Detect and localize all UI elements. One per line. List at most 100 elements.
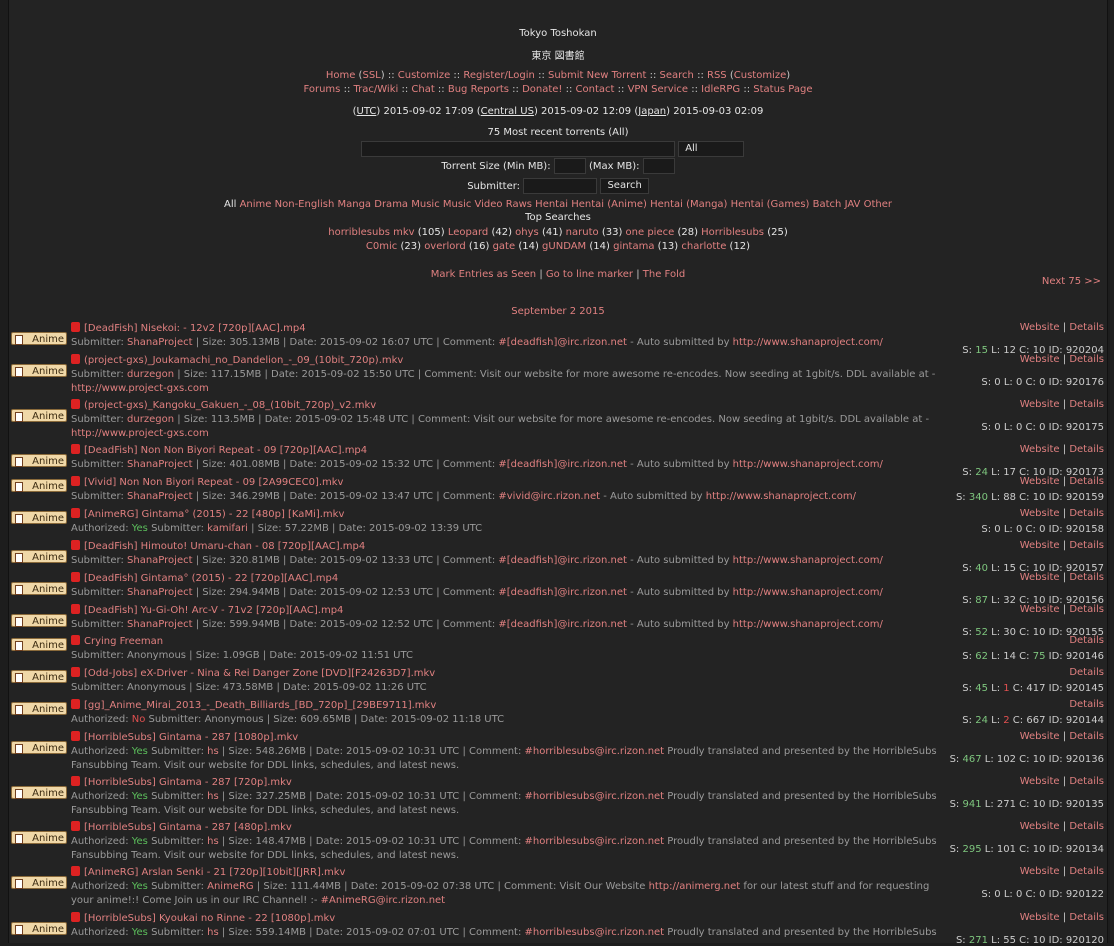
top-search-link[interactable]: ohys xyxy=(515,227,539,238)
cat-link[interactable]: Anime xyxy=(240,199,272,210)
website-link[interactable]: Website xyxy=(1020,866,1060,877)
category-badge[interactable]: Anime xyxy=(11,786,67,799)
cat-link[interactable]: JAV xyxy=(845,199,861,210)
nav-ssl[interactable]: SSL xyxy=(362,70,380,81)
magnet-icon[interactable] xyxy=(71,604,80,614)
torrent-link[interactable]: (project-gxs)_Joukamachi_no_Dandelion_-_… xyxy=(84,355,403,366)
torrent-link[interactable]: [HorribleSubs] Gintama - 287 [480p].mkv xyxy=(84,822,292,833)
cat-all[interactable]: All xyxy=(224,199,236,210)
website-link[interactable]: Website xyxy=(1020,821,1060,832)
category-badge[interactable]: Anime xyxy=(11,638,67,651)
details-link[interactable]: Details xyxy=(1069,912,1104,923)
magnet-icon[interactable] xyxy=(71,508,80,518)
torrent-link[interactable]: [DeadFish] Yu-Gi-Oh! Arc-V - 71v2 [720p]… xyxy=(84,605,343,616)
min-size-input[interactable] xyxy=(553,158,586,174)
top-search-link[interactable]: gate xyxy=(493,241,516,252)
magnet-icon[interactable] xyxy=(71,731,80,741)
magnet-icon[interactable] xyxy=(71,776,80,786)
nav-register[interactable]: Register/Login xyxy=(463,70,535,81)
website-link[interactable]: Website xyxy=(1020,572,1060,583)
magnet-icon[interactable] xyxy=(71,354,80,364)
category-badge[interactable]: Anime xyxy=(11,702,67,715)
details-link[interactable]: Details xyxy=(1069,776,1104,787)
nav-status[interactable]: Status Page xyxy=(753,84,812,95)
cat-link[interactable]: Music Video xyxy=(443,199,503,210)
torrent-link[interactable]: [Odd-Jobs] eX-Driver - Nina & Rei Danger… xyxy=(84,668,435,679)
goto-marker-link[interactable]: Go to line marker xyxy=(546,269,633,280)
torrent-link[interactable]: [HorribleSubs] Gintama - 287 [720p].mkv xyxy=(84,777,292,788)
category-select[interactable]: All xyxy=(678,141,745,157)
website-link[interactable]: Website xyxy=(1020,322,1060,333)
website-link[interactable]: Website xyxy=(1020,444,1060,455)
nav-home[interactable]: Home xyxy=(326,70,356,81)
cat-link[interactable]: Hentai xyxy=(535,199,568,210)
details-link[interactable]: Details xyxy=(1069,821,1104,832)
top-search-link[interactable]: horriblesubs mkv xyxy=(328,227,414,238)
top-search-link[interactable]: Leopard xyxy=(448,227,488,238)
torrent-link[interactable]: [DeadFish] Himouto! Umaru-chan - 08 [720… xyxy=(84,541,365,552)
top-search-link[interactable]: one piece xyxy=(626,227,675,238)
details-link[interactable]: Details xyxy=(1069,444,1104,455)
details-link[interactable]: Details xyxy=(1069,699,1104,710)
cat-link[interactable]: Manga xyxy=(337,199,371,210)
magnet-icon[interactable] xyxy=(71,444,80,454)
torrent-link[interactable]: Crying Freeman xyxy=(84,636,163,647)
nav-search[interactable]: Search xyxy=(660,70,694,81)
torrent-link[interactable]: [DeadFish] Non Non Biyori Repeat - 09 [7… xyxy=(84,445,367,456)
details-link[interactable]: Details xyxy=(1069,866,1104,877)
top-search-link[interactable]: overlord xyxy=(424,241,465,252)
torrent-link[interactable]: [Vivid] Non Non Biyori Repeat - 09 [2A99… xyxy=(84,477,343,488)
details-link[interactable]: Details xyxy=(1069,667,1104,678)
nav-customize[interactable]: Customize xyxy=(398,70,451,81)
magnet-icon[interactable] xyxy=(71,635,80,645)
nav-idlerpg[interactable]: IdleRPG xyxy=(701,84,740,95)
top-search-link[interactable]: charlotte xyxy=(681,241,726,252)
torrent-link[interactable]: [AnimeRG] Arslan Senki - 21 [720p][10bit… xyxy=(84,867,345,878)
cat-link[interactable]: Drama xyxy=(374,199,408,210)
search-input[interactable] xyxy=(361,141,675,157)
category-badge[interactable]: Anime xyxy=(11,511,67,524)
category-badge[interactable]: Anime xyxy=(11,670,67,683)
category-badge[interactable]: Anime xyxy=(11,614,67,627)
nav-trac[interactable]: Trac/Wiki xyxy=(354,84,399,95)
website-link[interactable]: Website xyxy=(1020,476,1060,487)
top-search-link[interactable]: Horriblesubs xyxy=(701,227,764,238)
nav-vpn[interactable]: VPN Service xyxy=(628,84,689,95)
top-search-link[interactable]: gUNDAM xyxy=(542,241,586,252)
nav-bugs[interactable]: Bug Reports xyxy=(448,84,509,95)
category-badge[interactable]: Anime xyxy=(11,550,67,563)
torrent-link[interactable]: [HorribleSubs] Kyoukai no Rinne - 22 [10… xyxy=(84,913,335,924)
category-badge[interactable]: Anime xyxy=(11,741,67,754)
category-badge[interactable]: Anime xyxy=(11,409,67,422)
magnet-icon[interactable] xyxy=(71,699,80,709)
nav-rss[interactable]: RSS xyxy=(707,70,727,81)
category-badge[interactable]: Anime xyxy=(11,831,67,844)
torrent-link[interactable]: [gg]_Anime_Mirai_2013_-_Death_Billiards_… xyxy=(84,700,436,711)
nav-chat[interactable]: Chat xyxy=(411,84,434,95)
category-badge[interactable]: Anime xyxy=(11,876,67,889)
fold-link[interactable]: The Fold xyxy=(643,269,685,280)
details-link[interactable]: Details xyxy=(1069,572,1104,583)
details-link[interactable]: Details xyxy=(1069,731,1104,742)
cat-link[interactable]: Music xyxy=(411,199,439,210)
magnet-icon[interactable] xyxy=(71,912,80,922)
cat-link[interactable]: Other xyxy=(864,199,892,210)
magnet-icon[interactable] xyxy=(71,572,80,582)
details-link[interactable]: Details xyxy=(1069,508,1104,519)
magnet-icon[interactable] xyxy=(71,399,80,409)
cat-link[interactable]: Non-English xyxy=(275,199,335,210)
details-link[interactable]: Details xyxy=(1069,354,1104,365)
category-badge[interactable]: Anime xyxy=(11,582,67,595)
cat-link[interactable]: Hentai (Manga) xyxy=(650,199,727,210)
nav-rss-customize[interactable]: Customize xyxy=(734,70,787,81)
torrent-link[interactable]: [AnimeRG] Gintama° (2015) - 22 [480p] [K… xyxy=(84,509,344,520)
website-link[interactable]: Website xyxy=(1020,776,1060,787)
category-badge[interactable]: Anime xyxy=(11,922,67,935)
website-link[interactable]: Website xyxy=(1020,354,1060,365)
details-link[interactable]: Details xyxy=(1069,540,1104,551)
nav-submit[interactable]: Submit New Torrent xyxy=(548,70,646,81)
top-search-link[interactable]: C0mic xyxy=(366,241,397,252)
magnet-icon[interactable] xyxy=(71,540,80,550)
magnet-icon[interactable] xyxy=(71,667,80,677)
website-link[interactable]: Website xyxy=(1020,399,1060,410)
